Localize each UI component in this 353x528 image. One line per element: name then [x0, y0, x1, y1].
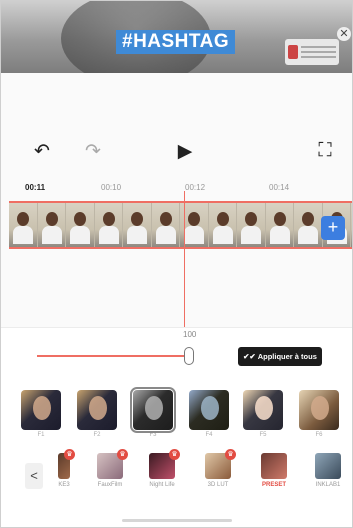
category-thumbnail: ♛: [58, 449, 75, 479]
premium-badge-icon: ♛: [169, 449, 180, 460]
category-label: PRESET: [261, 482, 286, 488]
filter-thumbnail: [130, 387, 176, 433]
category-thumbnail: ♛: [149, 449, 180, 479]
category-thumbnail: ♛: [205, 449, 236, 479]
category-label: Night Life: [149, 482, 175, 488]
category-label: INKLAB1: [315, 482, 341, 488]
clip-frame-thumbnail: [123, 203, 152, 247]
filter-label: F1: [37, 432, 45, 438]
sticker-text-lines: [301, 43, 336, 61]
clip-frame-thumbnail: [37, 203, 66, 247]
clip-frame-thumbnail: [9, 203, 38, 247]
close-icon[interactable]: ✕: [337, 27, 351, 41]
time-tick: 00:12: [185, 183, 206, 192]
filter-item[interactable]: F1: [21, 390, 61, 438]
sticker-thumbnail: [288, 45, 298, 59]
category-night-life[interactable]: ♛ Night Life: [143, 449, 181, 488]
playback-controls: ↶ ↷ ▶ ⛶: [1, 139, 352, 167]
hashtag-text-overlay[interactable]: #HASHTAG: [116, 30, 236, 54]
clip-frame-thumbnail: [151, 203, 180, 247]
clip-frame-thumbnail: [237, 203, 266, 247]
intensity-value: 100: [183, 330, 197, 339]
clip-frame-thumbnail: [294, 203, 323, 247]
sticker-overlay[interactable]: [285, 39, 339, 65]
chevron-left-icon[interactable]: <: [25, 463, 43, 489]
premium-badge-icon: ♛: [64, 449, 75, 460]
home-indicator[interactable]: [122, 519, 232, 522]
filter-item[interactable]: F4: [189, 390, 229, 438]
clip-frame-thumbnail: [208, 203, 237, 247]
undo-icon[interactable]: ↶: [30, 139, 54, 163]
category-3d-lut[interactable]: ♛ 3D LUT: [199, 449, 237, 488]
intensity-slider-track[interactable]: [37, 355, 187, 357]
category-fauxfilm[interactable]: ♛ FauxFilm: [91, 449, 129, 488]
filter-thumbnail: [77, 390, 117, 430]
filter-thumbnail: [243, 390, 283, 430]
filter-label: F4: [205, 432, 213, 438]
app-window: #HASHTAG ✕ ↶ ↷ ▶ ⛶ 00:11 00:10 00:12 00:…: [0, 0, 353, 528]
category-label: KE3: [58, 482, 70, 488]
clip-frame-thumbnail: [66, 203, 95, 247]
video-preview[interactable]: #HASHTAG ✕: [1, 1, 352, 73]
category-label: 3D LUT: [207, 482, 229, 488]
filter-category-bar: < ♛ KE3 ♛ FauxFilm ♛ Night Life ♛ 3D LUT: [1, 449, 352, 497]
apply-to-all-button[interactable]: ✔✔ Appliquer à tous: [238, 347, 322, 366]
fullscreen-icon[interactable]: ⛶: [313, 139, 337, 163]
category-ke3[interactable]: ♛ KE3: [45, 449, 83, 488]
time-tick: 00:14: [269, 183, 290, 192]
filter-label: F6: [315, 432, 323, 438]
video-clip-strip[interactable]: [9, 201, 352, 249]
premium-badge-icon: ♛: [117, 449, 128, 460]
category-label: FauxFilm: [97, 482, 123, 488]
current-time: 00:11: [25, 183, 46, 192]
filter-item[interactable]: F6: [299, 390, 339, 438]
category-preset[interactable]: PRESET: [255, 453, 293, 488]
filter-thumbnail: [299, 390, 339, 430]
playhead[interactable]: [184, 191, 185, 327]
premium-badge-icon: ♛: [225, 449, 236, 460]
play-icon[interactable]: ▶: [173, 139, 197, 163]
filter-thumbnail: [189, 390, 229, 430]
time-ruler: 00:11 00:10 00:12 00:14: [1, 181, 352, 195]
redo-icon[interactable]: ↷: [81, 139, 105, 163]
category-thumbnail: ♛: [97, 449, 128, 479]
double-check-icon: ✔✔: [243, 352, 256, 361]
clip-frame-thumbnail: [94, 203, 123, 247]
clip-frame-thumbnail: [265, 203, 294, 247]
filter-list: F1 F2 F3 F4 F5 F6: [21, 387, 352, 438]
intensity-slider-thumb[interactable]: [184, 347, 194, 365]
filter-item-selected[interactable]: F3: [130, 387, 176, 438]
filter-thumbnail: [21, 390, 61, 430]
filter-item[interactable]: F5: [243, 390, 283, 438]
category-thumbnail: [315, 453, 341, 479]
filter-label: F3: [149, 432, 157, 438]
add-clip-button[interactable]: +: [321, 216, 345, 240]
category-thumbnail: [261, 453, 287, 479]
time-tick: 00:10: [101, 183, 122, 192]
filter-label: F5: [259, 432, 267, 438]
apply-to-all-label: Appliquer à tous: [257, 352, 317, 361]
filter-label: F2: [93, 432, 101, 438]
filter-item[interactable]: F2: [77, 390, 117, 438]
category-inklab1[interactable]: INKLAB1: [309, 453, 347, 488]
